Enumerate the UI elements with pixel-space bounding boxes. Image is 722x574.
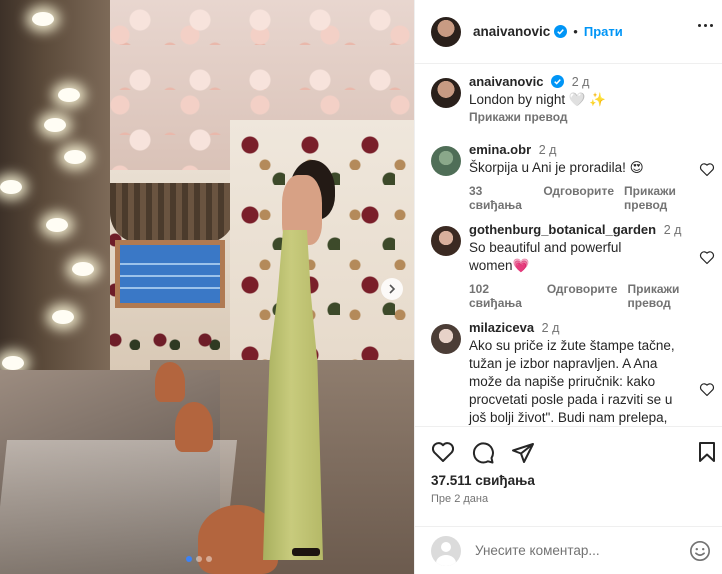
vanity-bulb xyxy=(46,218,68,232)
comment-username[interactable]: milaziceva xyxy=(469,320,534,335)
post-actions: 37.511 свиђања Пре 2 дана xyxy=(415,426,722,526)
comment-likes[interactable]: 33 свиђања xyxy=(469,184,533,212)
carousel-dot xyxy=(196,556,202,562)
vanity-bulb xyxy=(44,118,66,132)
comment-item: milaziceva 2 д Ako su priče iz žute štam… xyxy=(431,320,715,426)
carousel-next-button[interactable] xyxy=(381,278,403,300)
header-separator: • xyxy=(573,24,578,39)
comment-text-line: tužan je izbor napravljen. A Ana xyxy=(469,356,658,371)
comment-composer xyxy=(415,526,722,574)
comment-username[interactable]: gothenburg_botanical_garden xyxy=(469,222,656,237)
verified-badge-icon xyxy=(551,75,565,88)
caption-text: London by night 🤍 ✨ xyxy=(469,92,607,107)
comment-translate-link[interactable]: Прикажи превод xyxy=(624,184,715,212)
comment-text-line: women💗 xyxy=(469,258,530,273)
vanity-bulb xyxy=(0,180,22,194)
author-username[interactable]: anaivanovic xyxy=(473,24,550,39)
commenter-avatar[interactable] xyxy=(431,324,461,354)
comment-input[interactable] xyxy=(475,543,675,558)
post-header: anaivanovic • Прати xyxy=(415,0,722,64)
comment-translate-link[interactable]: Прикажи превод xyxy=(627,282,715,310)
vanity-bulb xyxy=(2,356,24,370)
commenter-avatar[interactable] xyxy=(431,146,461,176)
carousel-dot-active xyxy=(186,556,192,562)
comment-text-line: Ako su priče iz žute štampe tačne, xyxy=(469,338,675,353)
comment-username[interactable]: emina.obr xyxy=(469,142,531,157)
photo-chair xyxy=(155,362,185,402)
post-timestamp[interactable]: Пре 2 дана xyxy=(431,493,488,505)
follow-button[interactable]: Прати xyxy=(584,24,623,39)
comment-item: gothenburg_botanical_garden 2 д So beaut… xyxy=(431,222,715,310)
comment-reply-link[interactable]: Одговорите xyxy=(543,184,614,212)
like-comment-heart-icon[interactable] xyxy=(699,250,715,265)
comment-icon[interactable] xyxy=(471,441,495,465)
caption-username[interactable]: anaivanovic xyxy=(469,74,543,89)
emoji-picker-icon[interactable] xyxy=(689,540,711,562)
instagram-post-modal: anaivanovic • Прати anaivanovic 2 д Lond… xyxy=(0,0,722,574)
post-caption: anaivanovic 2 д London by night 🤍 ✨ Прик… xyxy=(431,74,715,124)
commenter-avatar[interactable] xyxy=(431,226,461,256)
comment-time: 2 д xyxy=(663,223,682,237)
author-avatar[interactable] xyxy=(431,16,461,47)
chevron-right-icon xyxy=(389,284,396,294)
like-comment-heart-icon[interactable] xyxy=(699,382,715,397)
vanity-bulb xyxy=(72,262,94,276)
comment-time: 2 д xyxy=(538,143,557,157)
comment-reply-link[interactable]: Одговорите xyxy=(547,282,618,310)
comment-likes[interactable]: 102 свиђања xyxy=(469,282,537,310)
photo-chair xyxy=(175,402,213,452)
verified-badge-icon xyxy=(554,25,568,38)
post-likes-count[interactable]: 37.511 свиђања xyxy=(431,473,535,488)
comment-text-line: So beautiful and powerful xyxy=(469,240,622,255)
post-photo[interactable] xyxy=(0,0,414,574)
like-heart-icon[interactable] xyxy=(431,441,455,463)
bookmark-icon[interactable] xyxy=(697,441,717,463)
caption-time: 2 д xyxy=(571,75,590,89)
vanity-bulb xyxy=(32,12,54,26)
photo-shoes xyxy=(292,548,320,556)
caption-translate-link[interactable]: Прикажи превод xyxy=(469,110,715,124)
like-comment-heart-icon[interactable] xyxy=(699,162,715,177)
comment-item: emina.obr 2 д Škorpija u Ani je proradil… xyxy=(431,142,715,212)
carousel-dots xyxy=(186,556,212,562)
photo-curtain xyxy=(110,183,235,243)
caption-avatar[interactable] xyxy=(431,78,461,108)
more-options-icon[interactable] xyxy=(698,24,713,27)
photo-window xyxy=(115,240,225,308)
comments-list[interactable]: anaivanovic 2 д London by night 🤍 ✨ Прик… xyxy=(415,64,722,426)
post-side-panel: anaivanovic • Прати anaivanovic 2 д Lond… xyxy=(414,0,722,574)
comment-time: 2 д xyxy=(541,321,560,335)
comment-text-line: procvetati posle pada i razviti se u xyxy=(469,392,673,407)
comment-text: Škorpija u Ani je proradila! 😍 xyxy=(469,160,644,175)
vanity-bulb xyxy=(58,88,80,102)
comment-text-line: može da napiše priručnik: kako xyxy=(469,374,656,389)
share-icon[interactable] xyxy=(511,441,535,465)
carousel-dot xyxy=(206,556,212,562)
comment-text-line: još bolji život". Budi nam prelepa, xyxy=(469,410,668,425)
vanity-bulb xyxy=(52,310,74,324)
current-user-avatar xyxy=(431,535,461,566)
vanity-bulb xyxy=(64,150,86,164)
